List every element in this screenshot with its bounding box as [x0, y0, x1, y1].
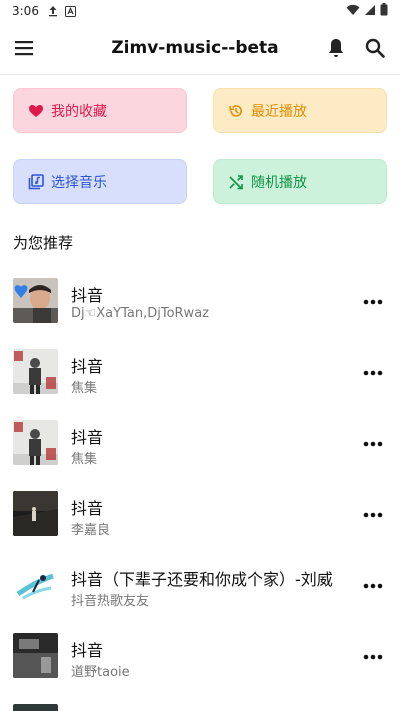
favorites-button[interactable]: 我的收藏	[13, 88, 187, 133]
album-cover	[13, 704, 58, 711]
recommend-section-title: 为您推荐	[13, 234, 74, 252]
status-bar: 3:06	[0, 0, 400, 22]
song-title: 抖音	[71, 641, 104, 660]
song-title: 抖音	[71, 428, 104, 447]
favorites-label: 我的收藏	[51, 103, 107, 120]
wifi-icon	[346, 4, 360, 19]
select-music-label: 选择音乐	[51, 174, 107, 191]
album-cover	[13, 349, 58, 394]
song-artist: Dj☜XaYTan,DjToRwaz	[71, 306, 209, 321]
song-list-item[interactable]: 抖音 李嘉良	[0, 479, 400, 550]
library-music-icon	[28, 173, 44, 189]
signal-icon	[364, 4, 376, 19]
status-time: 3:06	[12, 4, 39, 18]
song-title: 抖音（下辈子还要和你成个家）-刘威	[71, 570, 333, 589]
song-title: 抖音	[71, 286, 104, 305]
album-cover	[13, 420, 58, 465]
recent-label: 最近播放	[251, 103, 307, 120]
song-title: 抖音	[71, 499, 104, 518]
song-list-item[interactable]: 抖音（下辈子还要和你成个家）-刘威 抖音热歌友友	[0, 550, 400, 621]
more-options-icon[interactable]	[362, 576, 384, 596]
more-options-icon[interactable]	[362, 647, 384, 667]
app-bar-divider	[0, 74, 400, 75]
app-bar: Zimv-music--beta	[0, 22, 400, 74]
select-music-button[interactable]: 选择音乐	[13, 159, 187, 204]
history-icon	[229, 104, 242, 117]
album-cover	[13, 633, 58, 678]
song-list-item[interactable]	[0, 692, 400, 711]
song-title: 抖音	[71, 357, 104, 376]
song-artist: 道野taoie	[71, 665, 130, 680]
album-cover	[13, 278, 58, 323]
song-list-item[interactable]: 抖音 道野taoie	[0, 621, 400, 692]
more-options-icon[interactable]	[362, 292, 384, 312]
bell-icon[interactable]	[324, 36, 348, 60]
search-icon[interactable]	[363, 36, 387, 60]
recent-button[interactable]: 最近播放	[213, 88, 387, 133]
shuffle-icon	[229, 174, 243, 189]
song-artist: 抖音热歌友友	[71, 594, 150, 609]
upload-icon	[47, 5, 59, 17]
song-artist: 李嘉良	[71, 523, 111, 538]
song-artist: 焦集	[71, 452, 98, 467]
album-cover	[13, 491, 58, 536]
heart-icon	[29, 104, 43, 117]
more-options-icon[interactable]	[362, 363, 384, 383]
shuffle-button[interactable]: 随机播放	[213, 159, 387, 204]
song-list-item[interactable]: 抖音 焦集	[0, 408, 400, 479]
song-list: 抖音 Dj☜XaYTan,DjToRwaz 抖音 焦集 抖音 焦集 抖音 李嘉良	[0, 266, 400, 711]
more-options-icon[interactable]	[362, 505, 384, 525]
battery-icon	[380, 3, 388, 19]
song-artist: 焦集	[71, 381, 98, 396]
notification-app-icon	[65, 5, 77, 17]
song-list-item[interactable]: 抖音 Dj☜XaYTan,DjToRwaz	[0, 266, 400, 337]
more-options-icon[interactable]	[362, 434, 384, 454]
shuffle-label: 随机播放	[251, 174, 307, 191]
album-cover	[13, 562, 58, 607]
song-list-item[interactable]: 抖音 焦集	[0, 337, 400, 408]
